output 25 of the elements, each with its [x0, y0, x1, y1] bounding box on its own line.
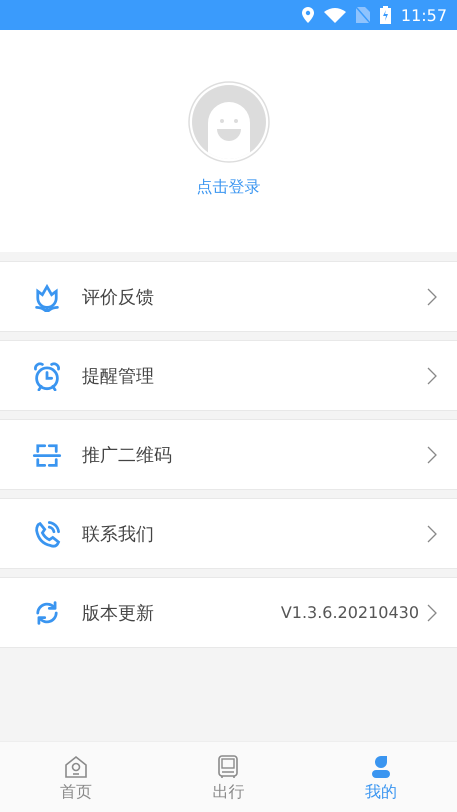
chevron-icon: [427, 604, 437, 622]
chevron-icon: [427, 288, 437, 306]
battery-icon: [380, 6, 391, 24]
chevron-icon: [427, 366, 437, 384]
status-time: 11:57: [400, 6, 447, 24]
menu-item[interactable]: 评价反馈: [0, 261, 457, 332]
wifi-icon: [324, 8, 346, 22]
no-sim-icon: [356, 7, 370, 23]
menu-label: 推广二维码: [82, 444, 173, 466]
phone-icon: [32, 518, 62, 548]
menu-item[interactable]: 提醒管理: [0, 340, 457, 411]
menu-label: 评价反馈: [82, 286, 155, 308]
avatar-icon[interactable]: [188, 81, 270, 163]
menu-item[interactable]: 推广二维码: [0, 419, 457, 490]
chevron-icon: [427, 524, 437, 542]
menu-item[interactable]: 联系我们: [0, 498, 457, 569]
menu-item[interactable]: 版本更新 V1.3.6.20210430: [0, 577, 457, 648]
location-icon: [302, 7, 314, 23]
menu-label: 联系我们: [82, 522, 155, 546]
version-text: V1.3.6.20210430: [280, 603, 419, 622]
chevron-icon: [427, 446, 437, 464]
menu-label: 版本更新: [82, 602, 155, 624]
menu-label: 提醒管理: [82, 364, 155, 388]
home-icon: [63, 754, 90, 780]
alarm-clock-icon: [32, 360, 62, 390]
